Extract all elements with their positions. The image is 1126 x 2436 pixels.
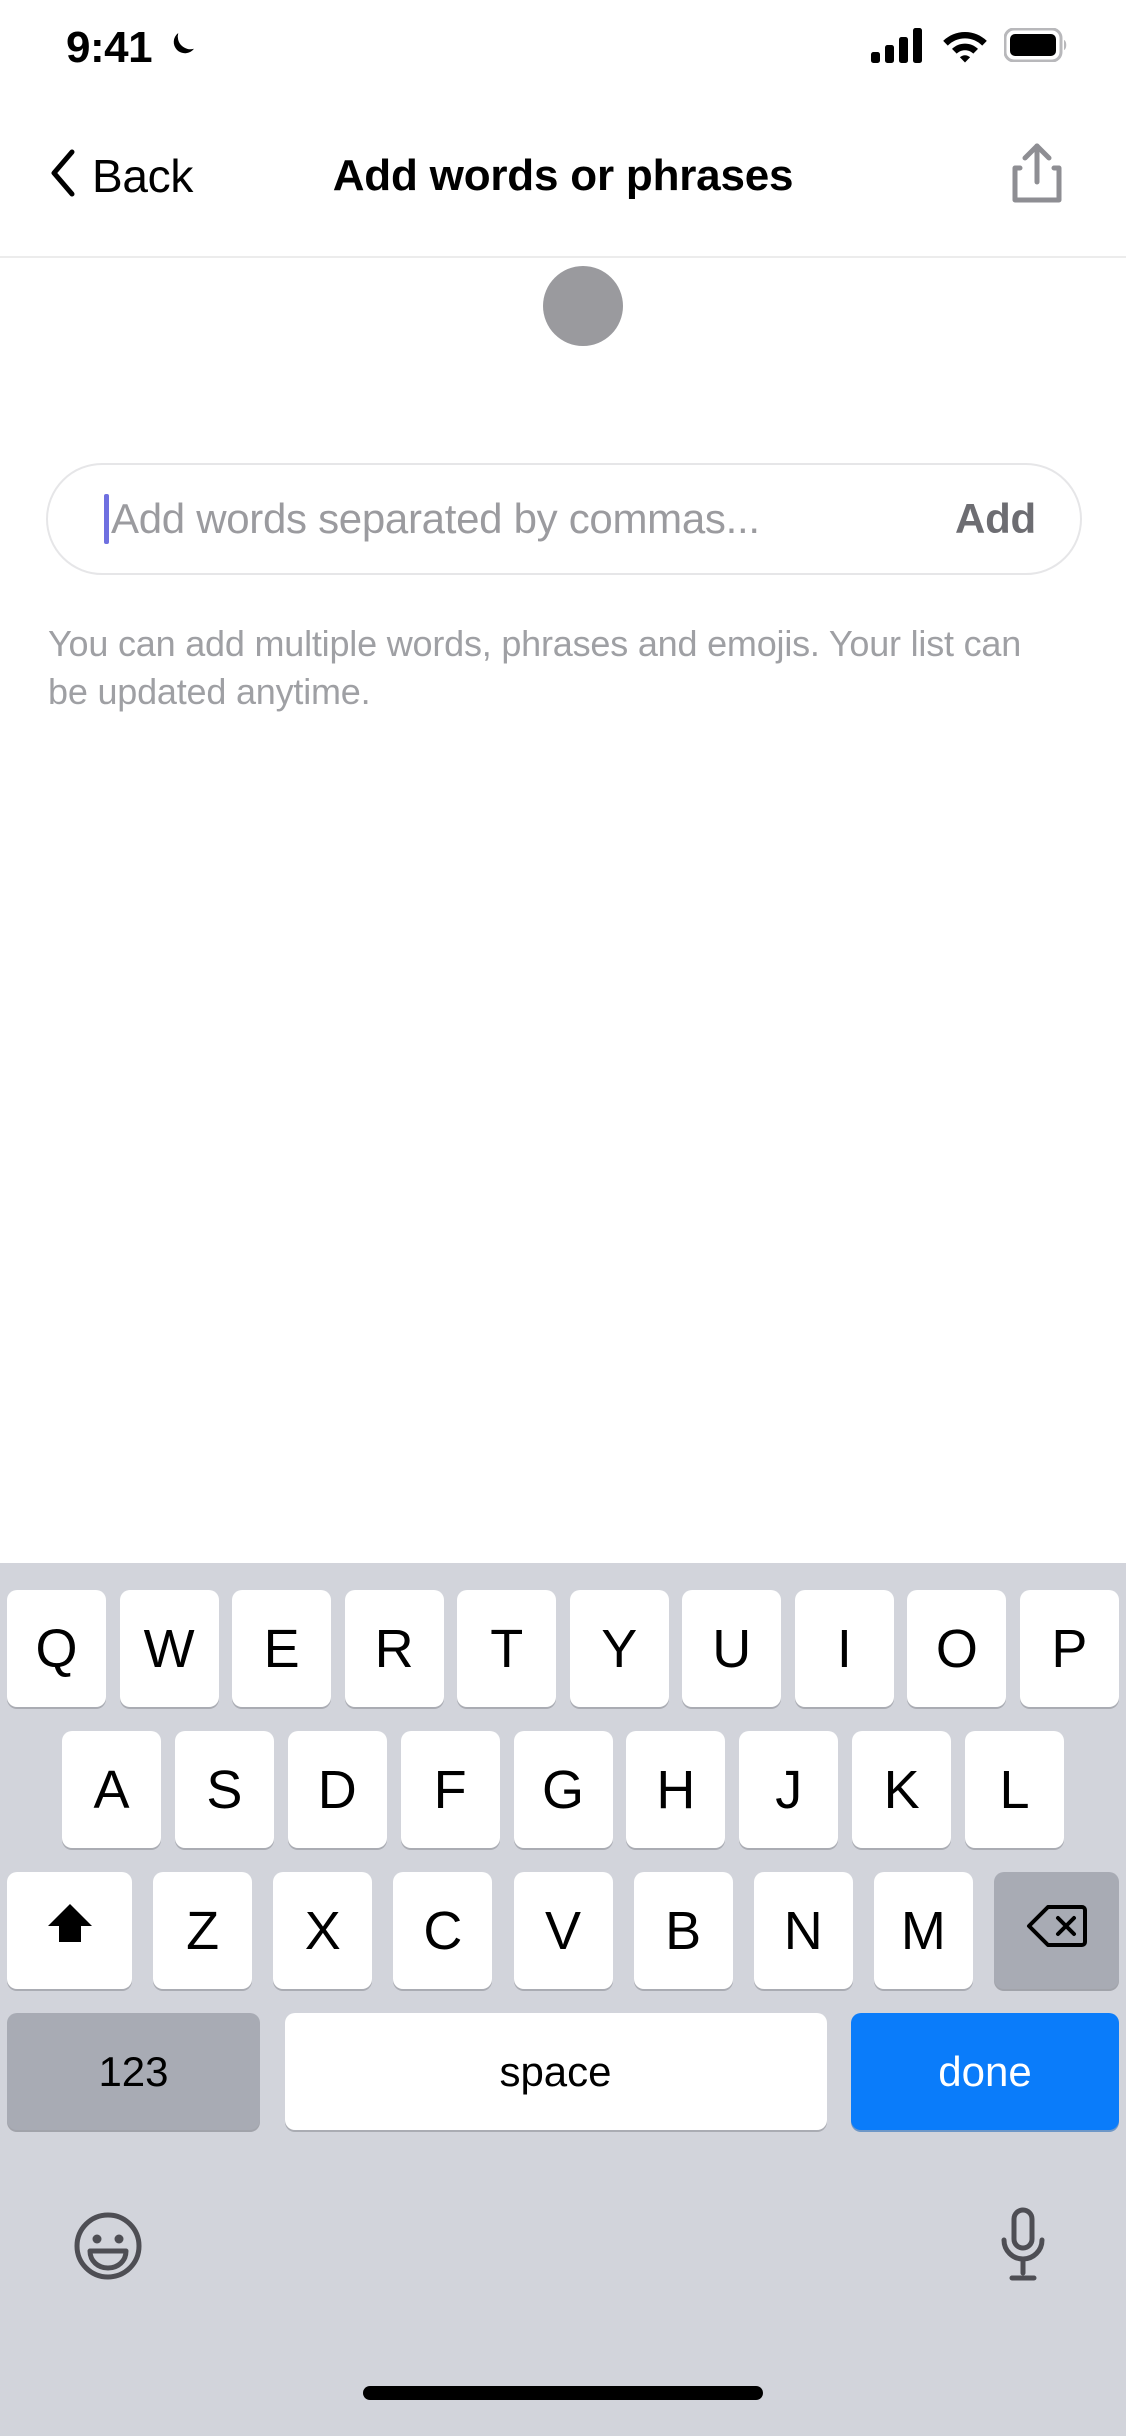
cellular-signal-icon bbox=[870, 26, 926, 69]
keyboard-row-4: 123 space done bbox=[0, 2013, 1126, 2130]
key-l[interactable]: L bbox=[965, 1731, 1064, 1848]
key-y[interactable]: Y bbox=[569, 1590, 669, 1707]
key-t[interactable]: T bbox=[457, 1590, 557, 1707]
add-button[interactable]: Add bbox=[955, 495, 1036, 543]
key-h[interactable]: H bbox=[626, 1731, 726, 1848]
key-a[interactable]: A bbox=[62, 1731, 161, 1848]
shift-arrow-up-icon bbox=[44, 1898, 96, 1963]
dictation-key[interactable] bbox=[992, 2206, 1054, 2291]
status-bar-left: 9:41 bbox=[66, 23, 200, 73]
crescent-moon-icon bbox=[164, 27, 200, 68]
page-title: Add words or phrases bbox=[332, 150, 794, 200]
keyboard-row-1: Q W E R T Y U I O P bbox=[0, 1590, 1126, 1707]
share-button[interactable] bbox=[1008, 142, 1066, 209]
status-bar: 9:41 bbox=[0, 0, 1126, 95]
key-p[interactable]: P bbox=[1019, 1590, 1119, 1707]
numeric-key[interactable]: 123 bbox=[7, 2013, 260, 2130]
status-time: 9:41 bbox=[66, 22, 153, 72]
status-bar-right bbox=[870, 26, 1068, 69]
key-c[interactable]: C bbox=[393, 1872, 493, 1989]
key-m[interactable]: M bbox=[873, 1872, 973, 1989]
key-d[interactable]: D bbox=[287, 1731, 387, 1848]
key-i[interactable]: I bbox=[794, 1590, 894, 1707]
keyboard-row-3: Z X C V B N M bbox=[0, 1872, 1126, 1989]
microphone-icon bbox=[992, 2207, 1054, 2290]
navigation-bar: Back Add words or phrases bbox=[0, 95, 1126, 256]
key-o[interactable]: O bbox=[907, 1590, 1007, 1707]
backspace-delete-icon bbox=[1026, 1900, 1088, 1962]
home-indicator bbox=[363, 2386, 763, 2400]
key-q[interactable]: Q bbox=[7, 1590, 106, 1707]
shift-key[interactable] bbox=[7, 1872, 132, 1989]
key-v[interactable]: V bbox=[513, 1872, 613, 1989]
emoji-smiley-icon bbox=[72, 2212, 144, 2286]
keyboard-row-2: A S D F G H J K L bbox=[0, 1731, 1126, 1848]
key-z[interactable]: Z bbox=[153, 1872, 253, 1989]
add-words-input-row[interactable]: Add words separated by commas... Add bbox=[46, 463, 1082, 575]
keyboard-bottom-bar bbox=[0, 2163, 1126, 2333]
text-caret bbox=[104, 494, 109, 544]
wifi-icon bbox=[940, 26, 990, 69]
phone-screen: 9:41 Back Add words or phrases Add words… bbox=[0, 0, 1126, 2436]
nav-divider bbox=[0, 256, 1126, 258]
share-upload-icon bbox=[1008, 143, 1066, 208]
key-u[interactable]: U bbox=[682, 1590, 782, 1707]
key-s[interactable]: S bbox=[174, 1731, 274, 1848]
helper-text: You can add multiple words, phrases and … bbox=[48, 623, 1022, 712]
key-w[interactable]: W bbox=[119, 1590, 219, 1707]
key-x[interactable]: X bbox=[273, 1872, 373, 1989]
key-f[interactable]: F bbox=[400, 1731, 500, 1848]
key-r[interactable]: R bbox=[344, 1590, 444, 1707]
add-words-input[interactable]: Add words separated by commas... bbox=[111, 495, 955, 543]
backspace-key[interactable] bbox=[994, 1872, 1119, 1989]
key-g[interactable]: G bbox=[513, 1731, 613, 1848]
key-k[interactable]: K bbox=[852, 1731, 952, 1848]
key-j[interactable]: J bbox=[739, 1731, 839, 1848]
done-key[interactable]: done bbox=[851, 2013, 1119, 2130]
avatar bbox=[543, 266, 623, 346]
space-key[interactable]: space bbox=[284, 2013, 827, 2130]
key-e[interactable]: E bbox=[232, 1590, 332, 1707]
emoji-key[interactable] bbox=[72, 2210, 144, 2287]
key-b[interactable]: B bbox=[633, 1872, 733, 1989]
key-n[interactable]: N bbox=[753, 1872, 853, 1989]
battery-full-icon bbox=[1003, 27, 1068, 67]
on-screen-keyboard: Q W E R T Y U I O P A S D F G H J K L Z … bbox=[0, 1563, 1126, 2436]
